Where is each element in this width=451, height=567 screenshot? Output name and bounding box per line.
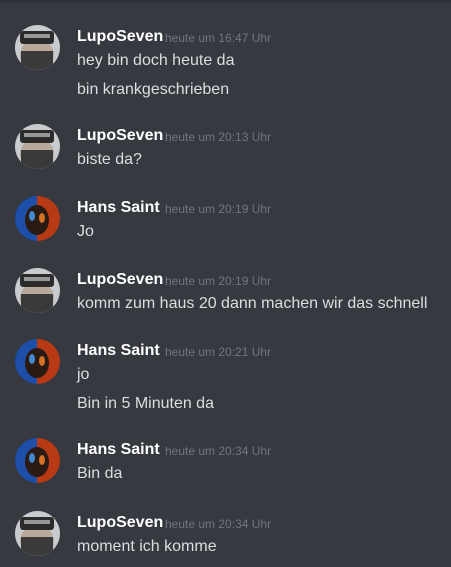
lupo-avatar-image: [15, 268, 60, 313]
message-timestamp: heute um 20:13 Uhr: [165, 130, 272, 144]
lupo-avatar-image: [15, 25, 60, 70]
message-text: komm zum haus 20 dann machen wir das sch…: [77, 295, 428, 312]
lupo-avatar[interactable]: [15, 511, 60, 556]
message-timestamp: heute um 16:47 Uhr: [165, 31, 272, 45]
message-text: biste da?: [77, 151, 142, 168]
hans-avatar[interactable]: [15, 438, 60, 483]
message-author[interactable]: Hans Saint: [77, 199, 160, 217]
message-author[interactable]: LupoSeven: [77, 514, 163, 532]
lupo-avatar-image: [15, 124, 60, 169]
lupo-avatar[interactable]: [15, 124, 60, 169]
message-text: moment ich komme: [77, 538, 217, 555]
message-author[interactable]: LupoSeven: [77, 28, 163, 46]
lupo-avatar[interactable]: [15, 268, 60, 313]
message-author[interactable]: Hans Saint: [77, 342, 160, 360]
message-text: bin krankgeschrieben: [77, 81, 230, 98]
message-text: Jo: [77, 223, 94, 240]
channel-top-divider: [0, 0, 451, 3]
lupo-avatar[interactable]: [15, 25, 60, 70]
message-text: jo: [77, 366, 90, 383]
message-timestamp: heute um 20:21 Uhr: [165, 345, 272, 359]
message-text: Bin da: [77, 465, 123, 482]
message-text: Bin in 5 Minuten da: [77, 395, 214, 412]
hans-avatar-image: [15, 438, 60, 483]
message-timestamp: heute um 20:19 Uhr: [165, 202, 272, 216]
hans-avatar-image: [15, 196, 60, 241]
message-text: hey bin doch heute da: [77, 52, 235, 69]
lupo-avatar-image: [15, 511, 60, 556]
message-author[interactable]: LupoSeven: [77, 271, 163, 289]
hans-avatar[interactable]: [15, 339, 60, 384]
hans-avatar[interactable]: [15, 196, 60, 241]
message-timestamp: heute um 20:34 Uhr: [165, 444, 272, 458]
message-author[interactable]: Hans Saint: [77, 441, 160, 459]
message-author[interactable]: LupoSeven: [77, 127, 163, 145]
message-timestamp: heute um 20:34 Uhr: [165, 517, 272, 531]
message-timestamp: heute um 20:19 Uhr: [165, 274, 272, 288]
hans-avatar-image: [15, 339, 60, 384]
